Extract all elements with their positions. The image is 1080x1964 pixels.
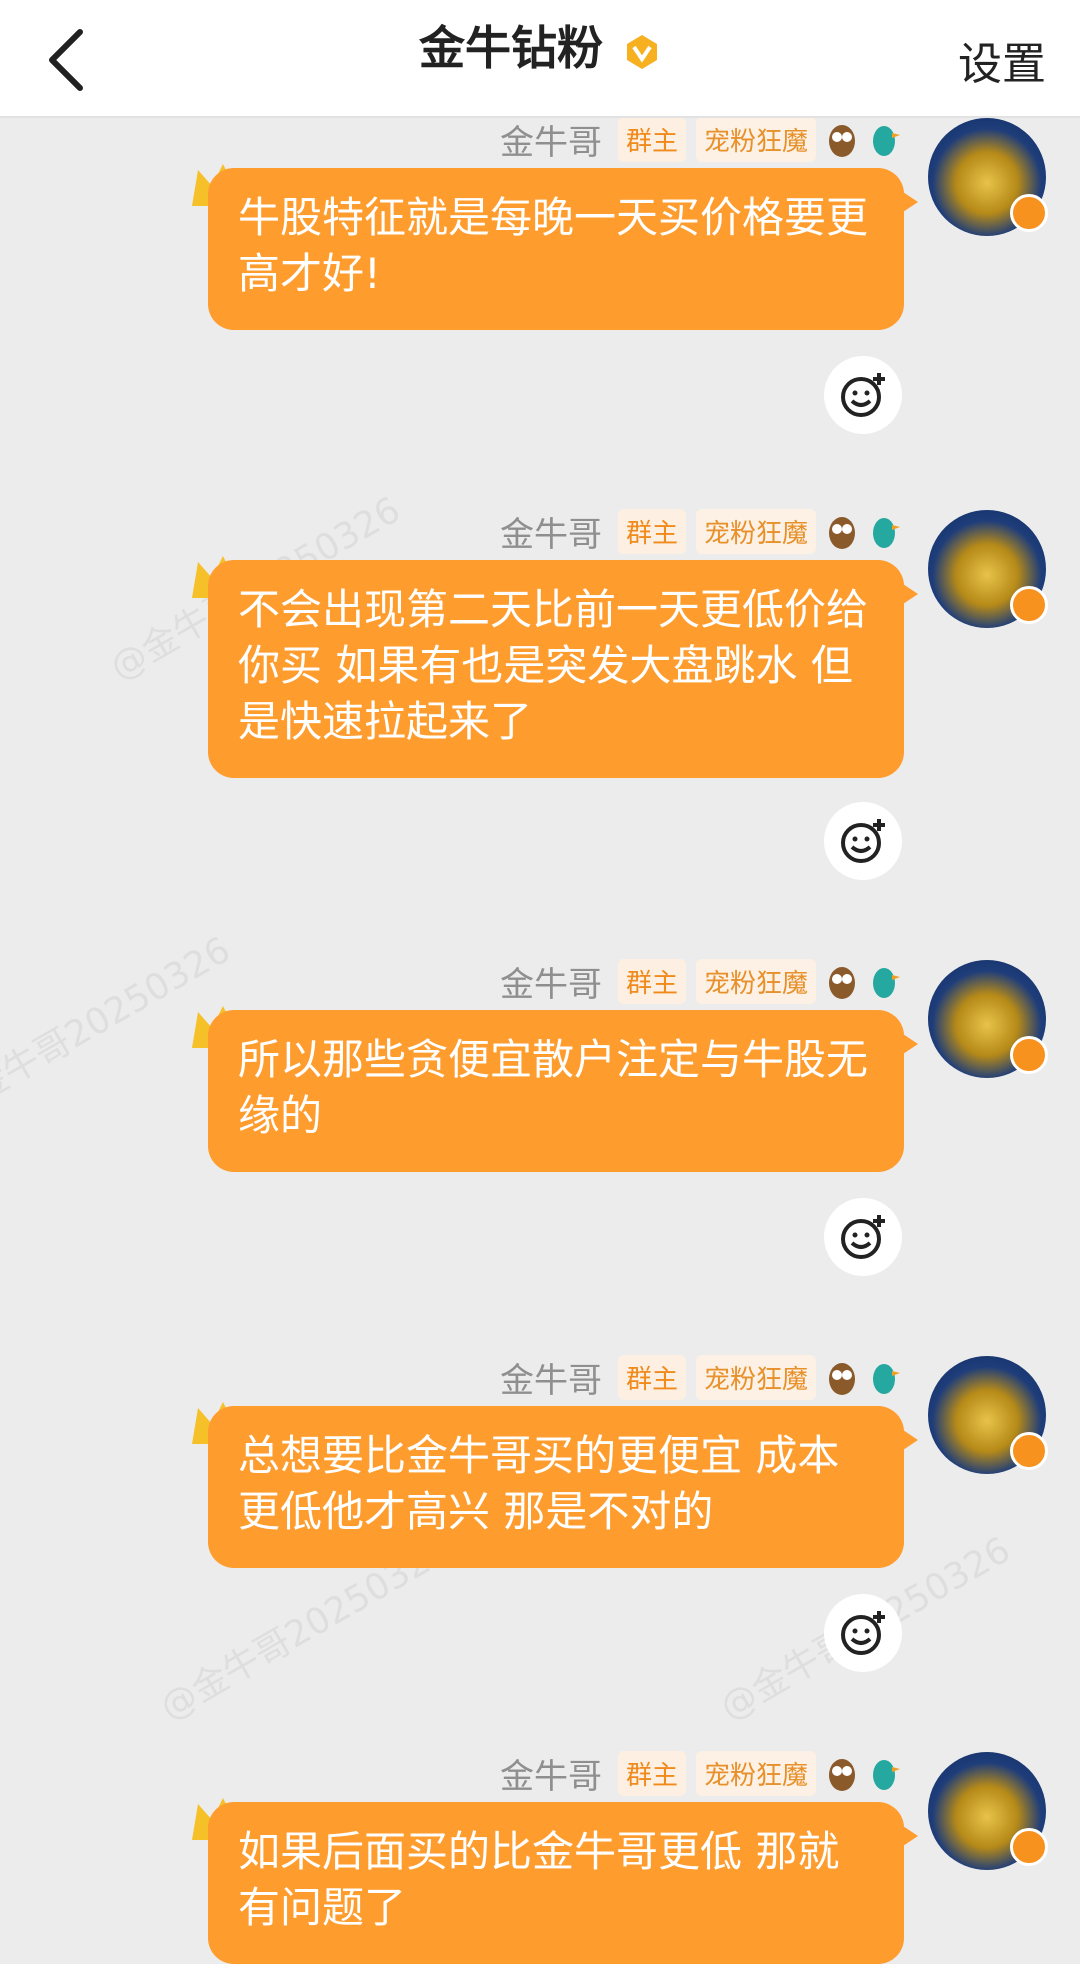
chat-title-text: 金牛钻粉 <box>418 21 603 75</box>
owl-icon <box>829 1363 855 1395</box>
fan-badge: 宠粉狂魔 <box>695 958 816 1004</box>
message-bubble[interactable]: 如果后面买的比金牛哥更低 那就有问题了 <box>208 1802 918 1964</box>
bird-icon <box>873 126 900 156</box>
message-text: 不会出现第二天比前一天更低价给你买 如果有也是突发大盘跳水 但是快速拉起来了 <box>238 585 869 746</box>
message-meta: 金牛哥 群主 宠粉狂魔 <box>499 958 900 1005</box>
verified-icon <box>1010 1828 1048 1866</box>
message-text: 总想要比金牛哥买的更便宜 成本更低他才高兴 那是不对的 <box>238 1431 840 1536</box>
fan-badge: 宠粉狂魔 <box>695 1354 816 1400</box>
emoji-reaction-button[interactable] <box>824 1594 902 1672</box>
sender-name: 金牛哥 <box>499 514 602 555</box>
bird-icon <box>873 518 900 548</box>
gold-v-badge-icon <box>627 34 657 69</box>
bird-icon <box>873 1760 900 1790</box>
emoji-reaction-button[interactable] <box>824 356 902 434</box>
smile-add-icon <box>841 819 885 863</box>
verified-icon <box>1010 194 1048 232</box>
emoji-reaction-button[interactable] <box>824 1198 902 1276</box>
avatar[interactable] <box>928 1356 1048 1474</box>
fan-badge: 宠粉狂魔 <box>695 116 816 162</box>
smile-add-icon <box>841 1611 885 1655</box>
smile-add-icon <box>841 1215 885 1259</box>
message-text: 如果后面买的比金牛哥更低 那就有问题了 <box>238 1827 840 1932</box>
bird-icon <box>873 1364 900 1394</box>
owner-badge: 群主 <box>617 1354 686 1400</box>
owl-icon <box>829 1759 855 1791</box>
message-bubble[interactable]: 总想要比金牛哥买的更便宜 成本更低他才高兴 那是不对的 <box>208 1406 918 1568</box>
fan-badge: 宠粉狂魔 <box>695 508 816 554</box>
owl-icon <box>829 125 855 157</box>
owl-icon <box>829 967 855 999</box>
sender-name: 金牛哥 <box>499 1360 602 1401</box>
message-text: 牛股特征就是每晚一天买价格要更高才好! <box>238 193 869 298</box>
owner-badge: 群主 <box>617 116 686 162</box>
verified-icon <box>1010 586 1048 624</box>
message-bubble[interactable]: 牛股特征就是每晚一天买价格要更高才好! <box>208 168 918 330</box>
message-meta: 金牛哥 群主 宠粉狂魔 <box>499 116 900 163</box>
avatar[interactable] <box>928 960 1048 1078</box>
message-bubble[interactable]: 不会出现第二天比前一天更低价给你买 如果有也是突发大盘跳水 但是快速拉起来了 <box>208 560 918 778</box>
bird-icon <box>873 968 900 998</box>
message-meta: 金牛哥 群主 宠粉狂魔 <box>499 1354 900 1401</box>
message-meta: 金牛哥 群主 宠粉狂魔 <box>499 1750 900 1797</box>
chat-title: 金牛钻粉 <box>0 18 1080 78</box>
settings-button[interactable]: 设置 <box>958 28 1046 92</box>
owner-badge: 群主 <box>617 508 686 554</box>
message-text: 所以那些贪便宜散户注定与牛股无缘的 <box>238 1035 869 1140</box>
avatar[interactable] <box>928 1752 1048 1870</box>
avatar[interactable] <box>928 118 1048 236</box>
verified-icon <box>1010 1432 1048 1470</box>
sender-name: 金牛哥 <box>499 1756 602 1797</box>
fan-badge: 宠粉狂魔 <box>695 1750 816 1796</box>
top-bar: 金牛钻粉 设置 <box>0 0 1080 118</box>
verified-icon <box>1010 1036 1048 1074</box>
message-bubble[interactable]: 所以那些贪便宜散户注定与牛股无缘的 <box>208 1010 918 1172</box>
owner-badge: 群主 <box>617 958 686 1004</box>
owner-badge: 群主 <box>617 1750 686 1796</box>
message-meta: 金牛哥 群主 宠粉狂魔 <box>499 508 900 555</box>
avatar[interactable] <box>928 510 1048 628</box>
owl-icon <box>829 517 855 549</box>
sender-name: 金牛哥 <box>499 122 602 163</box>
emoji-reaction-button[interactable] <box>824 802 902 880</box>
sender-name: 金牛哥 <box>499 964 602 1005</box>
smile-add-icon <box>841 373 885 417</box>
